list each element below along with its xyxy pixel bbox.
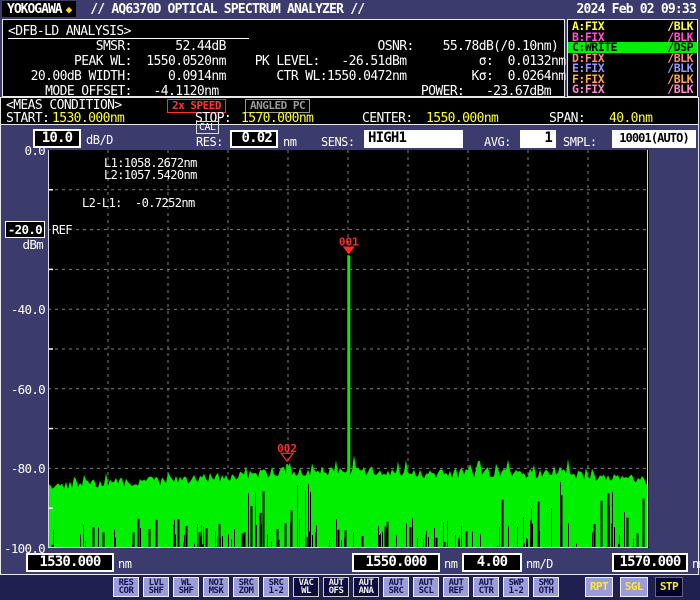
start-value[interactable]: 1530.000nm	[52, 111, 124, 126]
analysis-line: SMSR: 52.44dB OSNR: 55.78dB(/0.10nm)	[9, 39, 564, 54]
menu-button-wl-shf[interactable]: WLSHF	[173, 577, 199, 597]
y-axis-unit: dBm	[23, 237, 43, 252]
center-label: CENTER:	[362, 111, 413, 126]
button-label: REF	[449, 587, 464, 595]
menu-button-aut-ana[interactable]: AUTANA	[353, 577, 379, 597]
smpl-value-box[interactable]: 10001(AUTO)	[612, 130, 696, 148]
menu-button-src-zom[interactable]: SRCZOM	[233, 577, 259, 597]
start-label: START:	[6, 111, 49, 126]
trace-panel: A:FIX/BLKB:FIX/BLKC:WRITE/DSPD:FIX/BLKE:…	[567, 19, 698, 97]
yokogawa-logo: YOKOGAWA ◆	[2, 1, 76, 17]
menu-button-aut-ofs[interactable]: AUTOFS	[323, 577, 349, 597]
button-label: CTR	[479, 587, 494, 595]
sweep-button-sgl[interactable]: SGL	[620, 577, 648, 597]
analysis-title: <DFB-LD ANALYSIS>	[8, 24, 249, 39]
menu-button-aut-src[interactable]: AUTSRC	[383, 577, 409, 597]
y-axis-label: -80.0	[11, 461, 45, 476]
y-axis-label: -40.0	[11, 302, 45, 317]
menu-button-swp-1-2[interactable]: SWP1-2	[503, 577, 529, 597]
button-label: COR	[119, 587, 134, 595]
menu-button-res-cor[interactable]: RESCOR	[113, 577, 139, 597]
meas-condition-panel: <MEAS CONDITION> 2x SPEED ANGLED PC STAR…	[0, 97, 699, 125]
menu-button-lvl-shf[interactable]: LVLSHF	[143, 577, 169, 597]
trace-name: G:FIX	[572, 84, 604, 95]
button-label: SRC	[389, 587, 404, 595]
menu-button-aut-scl[interactable]: AUTSCL	[413, 577, 439, 597]
smpl-label: SMPL:	[563, 135, 597, 149]
button-label: SHF	[179, 587, 194, 595]
button-label: MSK	[209, 587, 224, 595]
menu-button-vac-wl[interactable]: VACWL	[293, 577, 319, 597]
x-axis-unit: nm/D	[526, 557, 553, 571]
chart-annotation: REF	[52, 223, 72, 237]
chart-annotation: L2:1057.5420nm	[104, 168, 197, 182]
res-unit: nm	[283, 135, 296, 149]
span-label: SPAN:	[549, 111, 585, 126]
avg-label: AVG:	[484, 135, 511, 149]
header: YOKOGAWA ◆ // AQ6370D OPTICAL SPECTRUM A…	[0, 0, 700, 18]
res-value-box[interactable]: 0.02	[230, 130, 278, 148]
chart-annotation: L2-L1: -0.7252nm	[82, 196, 195, 210]
logo-text: YOKOGAWA	[7, 2, 62, 17]
button-label: 1-2	[269, 587, 284, 595]
x-axis-unit: nm	[692, 557, 700, 571]
y-axis-label[interactable]: -20.0	[5, 221, 45, 238]
button-label: ANA	[359, 587, 374, 595]
sweep-button-rpt[interactable]: RPT	[585, 577, 613, 597]
menu-button-smo-oth[interactable]: SMOOTH	[533, 577, 559, 597]
button-label: SCL	[419, 587, 434, 595]
button-label: OFS	[329, 587, 344, 595]
cal-badge: CAL	[196, 121, 219, 134]
window-title: // AQ6370D OPTICAL SPECTRUM ANALYZER //	[90, 2, 364, 17]
softkey-bar: RESCORLVLSHFWLSHFNOIMSKSRCZOMSRC1-2VACWL…	[0, 575, 700, 600]
menu-button-aut-ref[interactable]: AUTREF	[443, 577, 469, 597]
button-label: WL	[301, 587, 311, 595]
menu-button-src-1-2[interactable]: SRC1-2	[263, 577, 289, 597]
sens-label: SENS:	[321, 135, 355, 149]
sens-value-box[interactable]: HIGH1	[364, 130, 463, 148]
trace-row-g[interactable]: G:FIX/BLK	[568, 84, 697, 95]
stop-value[interactable]: 1570.000nm	[241, 111, 313, 126]
marker-001-triangle-icon	[343, 247, 355, 255]
x-axis-value-box[interactable]: 1550.000	[352, 553, 440, 572]
dfb-ld-analysis-panel: <DFB-LD ANALYSIS> SMSR: 52.44dB OSNR: 55…	[2, 19, 565, 97]
y-axis-label: -60.0	[11, 382, 45, 397]
res-label: RES:	[196, 135, 223, 149]
button-label: 1-2	[509, 587, 524, 595]
menu-button-aut-ctr[interactable]: AUTCTR	[473, 577, 499, 597]
button-label: SHF	[149, 587, 164, 595]
x-axis-value-box[interactable]: 1570.000	[612, 553, 688, 572]
spectrum-plot: 001002L1:1058.2672nmL2:1057.5420nmL2-L1:…	[48, 150, 649, 548]
x-axis-unit: nm	[118, 557, 131, 571]
level-scale-unit: dB/D	[86, 133, 113, 147]
osa-screen: YOKOGAWA ◆ // AQ6370D OPTICAL SPECTRUM A…	[0, 0, 700, 600]
button-label: OTH	[539, 587, 554, 595]
menu-button-noi-msk[interactable]: NOIMSK	[203, 577, 229, 597]
analysis-line: 20.00dB WIDTH: 0.0914nm CTR WL:1550.0472…	[9, 69, 564, 84]
logo-diamond-icon: ◆	[66, 3, 72, 16]
sweep-button-stp[interactable]: STP	[655, 577, 683, 597]
center-value[interactable]: 1550.000nm	[426, 111, 498, 126]
datetime: 2024 Feb 02 09:33	[577, 2, 696, 17]
button-label: ZOM	[239, 587, 254, 595]
x-axis-unit: nm	[444, 557, 457, 571]
analysis-line: PEAK WL: 1550.0520nm PK LEVEL: -26.51dBm…	[9, 54, 564, 69]
avg-value-box[interactable]: 1	[520, 130, 556, 148]
x-axis-value-box[interactable]: 4.00	[462, 553, 522, 572]
span-value[interactable]: 40.0nm	[609, 111, 652, 126]
trace-mode: /BLK	[667, 84, 693, 95]
y-axis-label: 0.0	[25, 143, 45, 158]
x-axis-value-box[interactable]: 1530.000	[26, 553, 114, 572]
y-axis-labels: 0.0-20.0dBm-40.0-60.0-80.0-100.0	[0, 150, 47, 550]
